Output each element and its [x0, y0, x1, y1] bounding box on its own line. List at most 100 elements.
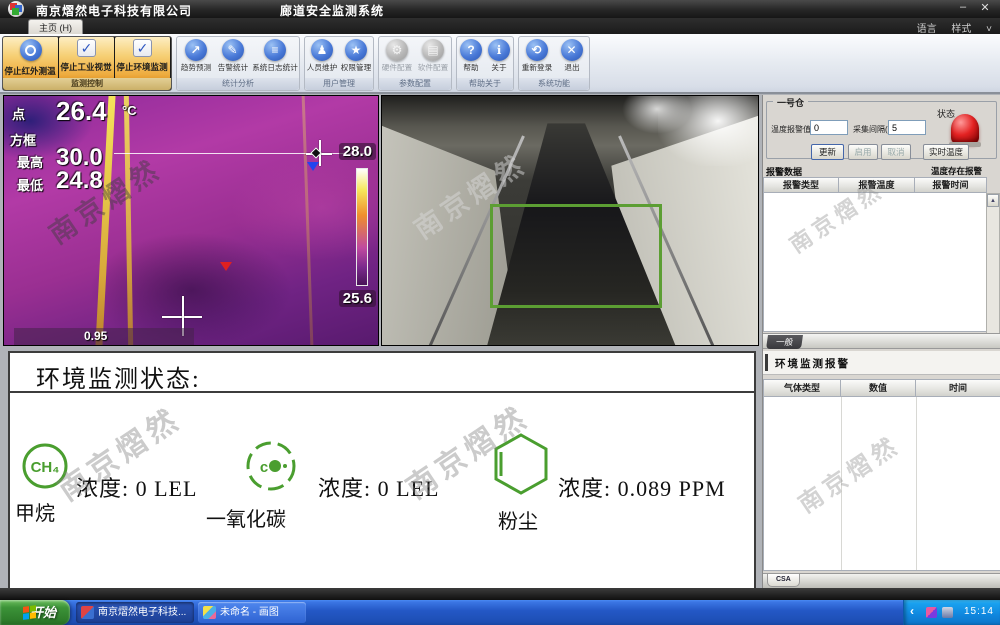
- close-button[interactable]: ✕: [976, 1, 994, 16]
- permission-button[interactable]: ★ 权限管理: [339, 37, 373, 79]
- emissivity-value: 0.95: [84, 329, 107, 343]
- ribbon-group-system: ⟲ 重新登录 ✕ 退出 系统功能: [518, 36, 590, 91]
- scale-max-value: 28.0: [339, 143, 376, 160]
- taskbar-task-paint[interactable]: 未命名 - 画图: [198, 602, 306, 623]
- update-button[interactable]: 更新: [811, 144, 844, 160]
- monitor-icon: ▤: [422, 39, 444, 61]
- info-globe-icon: ℹ: [488, 39, 510, 61]
- env-status-section: 环境监测状态: CH₄ 甲烷 浓度: 0 LEL c 一氧化碳 浓度: 0 LE…: [8, 351, 756, 594]
- group-label: 帮助关于: [457, 78, 513, 90]
- stop-industrial-vision-button[interactable]: ✓ 停止工业视觉: [59, 37, 115, 79]
- window-subtitle: 廊道安全监测系统: [280, 2, 384, 19]
- lamp-status-text: 温度存在报警: [931, 165, 982, 177]
- alarm-table-body: [763, 193, 987, 332]
- help-button[interactable]: ? 帮助: [457, 37, 485, 79]
- window-bottom-strip: [0, 588, 1000, 600]
- thermal-hot-streak: [95, 95, 116, 346]
- minimize-button[interactable]: –: [954, 1, 972, 16]
- app-icon: [8, 1, 24, 17]
- tab-csa[interactable]: CSA: [767, 574, 800, 587]
- min-label: 最低: [17, 175, 43, 194]
- software-config-button[interactable]: ▤ 软件配置: [415, 37, 451, 79]
- enable-button[interactable]: 启用: [848, 144, 878, 160]
- alarm-table-header-type[interactable]: 报警类型: [763, 177, 839, 193]
- pencil-icon: ✎: [222, 39, 244, 61]
- carbon-monoxide-icon: c: [244, 439, 298, 493]
- stop-infrared-icon: [20, 39, 42, 61]
- checkbox-checked-icon: ✓: [77, 39, 96, 57]
- marker-triangle-red: [220, 262, 232, 271]
- scroll-up-icon[interactable]: ▲: [987, 194, 999, 207]
- system-log-stats-button[interactable]: ≡ 系统日志统计: [251, 37, 299, 79]
- gas-table-header-time[interactable]: 时间: [916, 379, 1000, 397]
- trend-predict-button[interactable]: ↗ 趋势预测: [177, 37, 214, 79]
- box-label: 方框: [10, 130, 36, 149]
- methane-ch4-icon: CH₄: [20, 441, 70, 491]
- interval-input[interactable]: [888, 120, 926, 135]
- ribbon-group-help: ? 帮助 ℹ 关于 帮助关于: [456, 36, 514, 91]
- group-label: 监测控制: [3, 78, 171, 90]
- thermal-hot-streak: [301, 95, 313, 346]
- thermal-hot-streak: [124, 95, 134, 346]
- about-button[interactable]: ℹ 关于: [485, 37, 513, 79]
- alarm-stats-button[interactable]: ✎ 告警统计: [214, 37, 251, 79]
- key-icon: ★: [345, 39, 367, 61]
- stop-infrared-button[interactable]: 停止红外测温: [3, 37, 59, 79]
- cancel-button[interactable]: 取消: [881, 144, 911, 160]
- relogin-icon: ⟲: [526, 39, 548, 61]
- gas-reading: 浓度: 0 LEL: [318, 471, 439, 503]
- env-alarm-table: 气体类型 数值 时间: [763, 379, 1000, 571]
- taskbar: 开始 南京熠然电子科技... 未命名 - 画图 ‹ 15:14: [0, 600, 1000, 625]
- point-label: 点: [12, 104, 25, 123]
- panel-tab-strip: 一般: [763, 333, 1000, 349]
- warehouse-groupbox: 一号仓 状态 温度报警值(°C): 采集间隔(分): 更新 启用 取消 实时温度: [766, 101, 997, 159]
- hardware-config-button[interactable]: ⚙ 硬件配置: [379, 37, 415, 79]
- env-alarm-title: 环境监测报警: [775, 356, 850, 371]
- log-icon: ≡: [264, 39, 286, 61]
- ribbon-group-monitor-control: 停止红外测温 ✓ 停止工业视觉 ✓ 停止环境监测 监测控制: [2, 36, 172, 91]
- alarm-table-scrollbar[interactable]: ▲ ▼: [986, 193, 1000, 348]
- personnel-button[interactable]: ♟ 人员维护: [305, 37, 339, 79]
- max-label: 最高: [17, 152, 43, 171]
- scale-min-value: 25.6: [339, 290, 376, 307]
- tab-home[interactable]: 主页 (H): [28, 19, 83, 34]
- people-icon: ♟: [311, 39, 333, 61]
- stop-env-monitor-button[interactable]: ✓ 停止环境监测: [115, 37, 171, 79]
- tray-chevron-icon[interactable]: ‹: [910, 604, 914, 618]
- tray-clock: 15:14: [964, 606, 994, 617]
- question-icon: ?: [460, 39, 482, 61]
- relogin-button[interactable]: ⟲ 重新登录: [519, 37, 554, 79]
- alarm-table-header-time[interactable]: 报警时间: [915, 177, 987, 193]
- dust-hexagon-icon: [492, 431, 550, 497]
- env-status-title: 环境监测状态:: [10, 353, 754, 393]
- temp-alarm-input[interactable]: [810, 120, 848, 135]
- tray-icon-1[interactable]: [926, 607, 937, 618]
- marker-triangle-blue: [307, 162, 319, 171]
- system-tray: ‹ 15:14: [903, 600, 1000, 625]
- groupbox-title: 一号仓: [773, 96, 808, 109]
- tray-icon-2[interactable]: [942, 607, 953, 618]
- temperature-unit: °C: [122, 103, 137, 118]
- paint-task-icon: [203, 606, 216, 619]
- thermal-color-scale: [356, 168, 368, 286]
- gas-table-header-type[interactable]: 气体类型: [763, 379, 841, 397]
- thermal-camera-feed: 点 26.4 °C 方框 最高 30.0 最低 24.8 28.0 25.6 0…: [3, 95, 379, 346]
- exit-button[interactable]: ✕ 退出: [554, 37, 589, 79]
- env-alarm-header: 环境监测报警: [763, 351, 1000, 375]
- detection-roi-box: [490, 204, 662, 308]
- group-label: 系统功能: [519, 78, 589, 90]
- menu-bar: 主页 (H) 语言 样式 ˅: [0, 18, 1000, 34]
- start-button[interactable]: 开始: [0, 600, 70, 625]
- exit-x-icon: ✕: [561, 39, 583, 61]
- alarm-table-header-temp[interactable]: 报警温度: [839, 177, 915, 193]
- right-panel: 一号仓 状态 温度报警值(°C): 采集间隔(分): 更新 启用 取消 实时温度…: [762, 95, 1000, 598]
- taskbar-task-monitor-app[interactable]: 南京熠然电子科技...: [76, 602, 194, 623]
- gas-name: 粉尘: [498, 505, 538, 534]
- bottom-tab-strip: CSA: [763, 573, 1000, 588]
- realtime-temp-button[interactable]: 实时温度: [923, 144, 969, 160]
- lamp-glow: [622, 95, 692, 134]
- gas-table-header-value[interactable]: 数值: [841, 379, 916, 397]
- ribbon-group-statistics: ↗ 趋势预测 ✎ 告警统计 ≡ 系统日志统计 统计分析: [176, 36, 300, 91]
- visual-camera-feed: [381, 95, 759, 346]
- tab-general[interactable]: 一般: [766, 335, 803, 349]
